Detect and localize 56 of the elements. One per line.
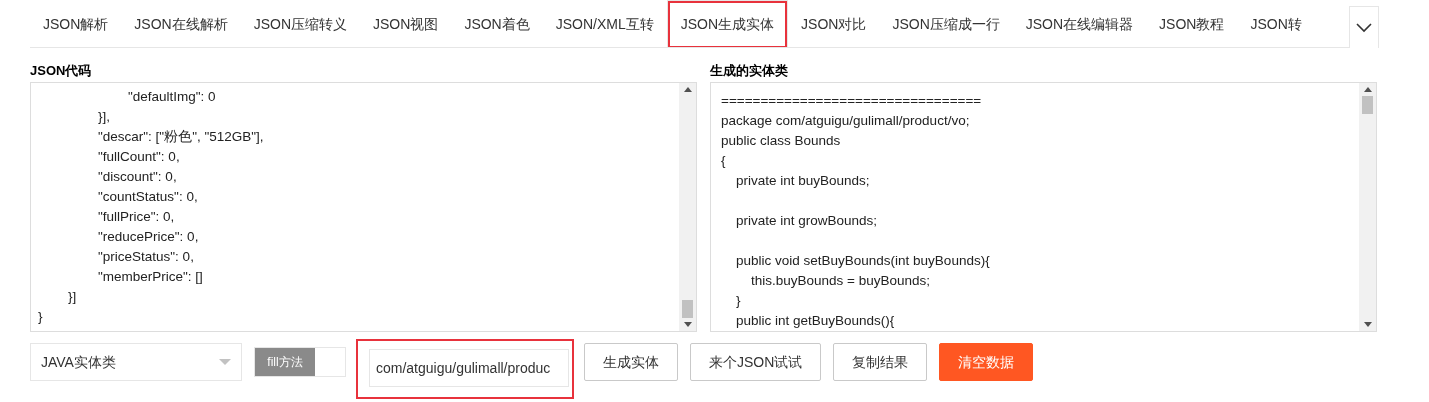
tab[interactable]: JSON生成实体 xyxy=(666,0,789,47)
caret-icon xyxy=(219,359,231,365)
tab[interactable]: JSON视图 xyxy=(360,0,452,47)
panel-title: 生成的实体类 xyxy=(710,62,789,80)
code-line: public void setBuyBounds(int buyBounds){ xyxy=(735,252,991,270)
tab[interactable]: JSON转 xyxy=(1237,0,1315,47)
tab[interactable]: JSON在线解析 xyxy=(121,0,241,47)
code-line: "priceStatus": 0, xyxy=(97,248,195,266)
code-line: } xyxy=(735,292,742,310)
tab[interactable]: JSON/XML互转 xyxy=(542,0,667,47)
more-tabs-button[interactable] xyxy=(1349,6,1379,48)
tab[interactable]: JSON压缩成一行 xyxy=(879,0,1013,47)
package-input-field[interactable]: com/atguigu/gulimall/produc xyxy=(369,349,569,387)
code-line: "fullPrice": 0, xyxy=(97,208,176,226)
scrollbar-thumb[interactable] xyxy=(682,300,693,318)
code-editor[interactable]: "defaultImg": 0 }], "descar": ["粉色", "512GB"], "fullCount": 0, "discount": 0, "countStatus": 0, "fullPrice": 0, "reducePrice": 0, "priceStatus": 0, "memberPrice": [] }] } xyxy=(30,82,697,332)
scrollbar-thumb[interactable] xyxy=(1362,96,1373,114)
panel-title: JSON代码 xyxy=(30,62,93,80)
code-line: "countStatus": 0, xyxy=(97,188,199,206)
action-button[interactable]: 来个JSON试试 xyxy=(690,343,822,381)
code-line: private int growBounds; xyxy=(735,212,879,230)
code-line: "descar": ["粉色", "512GB"], xyxy=(97,128,265,146)
tab[interactable]: JSON压缩转义 xyxy=(240,0,361,47)
tab[interactable]: JSON解析 xyxy=(30,0,122,47)
scroll-down-icon[interactable] xyxy=(683,322,692,327)
action-button[interactable]: 生成实体 xyxy=(584,343,678,381)
tab[interactable]: JSON在线编辑器 xyxy=(1012,0,1147,47)
tab[interactable]: JSON对比 xyxy=(788,0,880,47)
code-line: "defaultImg": 0 xyxy=(127,88,217,106)
toggle-label: fill方法 xyxy=(255,348,315,376)
code-line: this.buyBounds = buyBounds; xyxy=(750,272,931,290)
scroll-up-icon[interactable] xyxy=(1363,87,1372,92)
code-line: ================================= xyxy=(721,92,983,110)
code-line: "reducePrice": 0, xyxy=(97,228,200,246)
code-line: package com/atguigu/gulimall/product/vo; xyxy=(721,112,971,130)
code-line: }], xyxy=(97,108,111,126)
code-line: public int getBuyBounds(){ xyxy=(735,312,896,330)
code-line: "discount": 0, xyxy=(97,168,178,186)
tab[interactable]: JSON着色 xyxy=(451,0,543,47)
scrollbar[interactable] xyxy=(679,83,696,331)
code-line: { xyxy=(721,152,727,170)
scrollbar[interactable] xyxy=(1359,83,1376,331)
code-line: private int buyBounds; xyxy=(735,172,871,190)
code-line: } xyxy=(38,308,44,326)
language-select[interactable]: JAVA实体类 xyxy=(30,343,242,381)
code-editor[interactable] xyxy=(710,82,1377,332)
scroll-up-icon[interactable] xyxy=(683,87,692,92)
code-line: }] xyxy=(67,288,78,306)
code-line: "memberPrice": [] xyxy=(97,268,204,286)
action-button[interactable]: 复制结果 xyxy=(833,343,928,381)
code-line: "fullCount": 0, xyxy=(97,148,181,166)
select-value: JAVA实体类 xyxy=(41,352,116,372)
tab[interactable]: JSON教程 xyxy=(1146,0,1238,47)
chevron-down-icon xyxy=(1356,22,1372,33)
scroll-down-icon[interactable] xyxy=(1363,322,1372,327)
code-line: public class Bounds xyxy=(721,132,842,150)
